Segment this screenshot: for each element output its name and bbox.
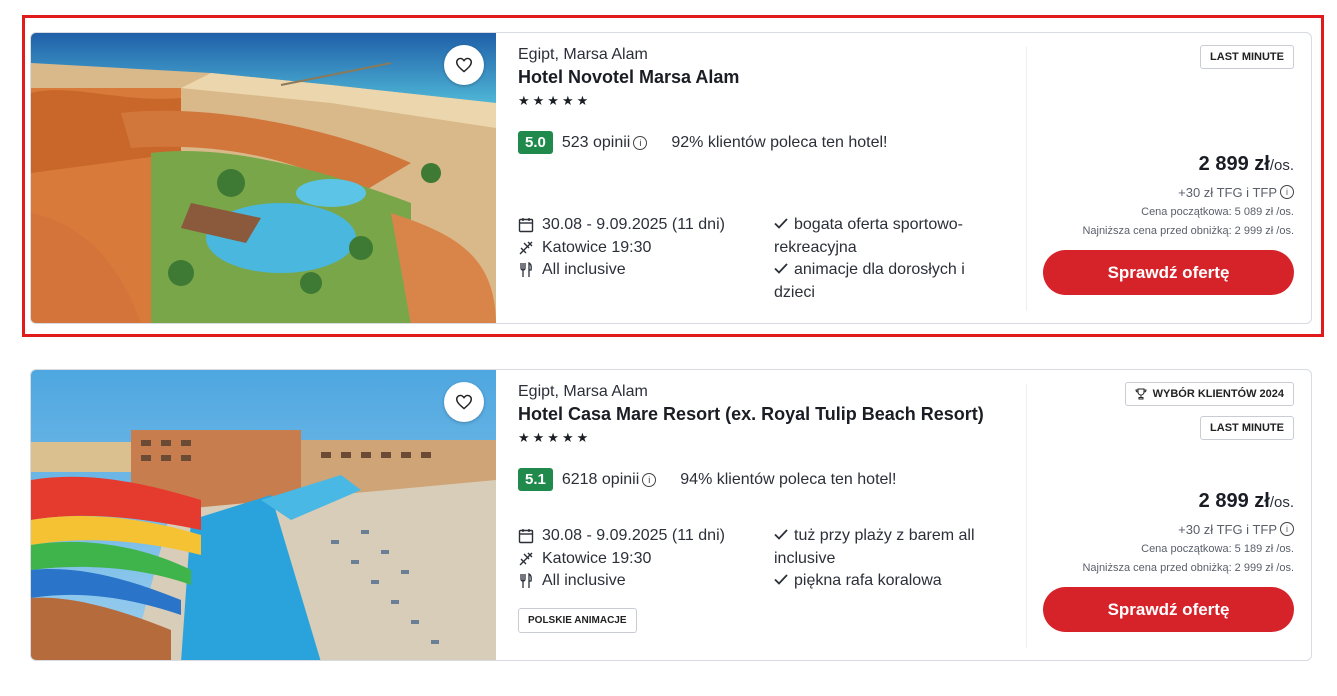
heart-icon [455, 394, 473, 410]
check-offer-button[interactable]: Sprawdź ofertę [1043, 250, 1294, 295]
calendar-icon [518, 218, 534, 233]
favorite-button[interactable] [444, 382, 484, 422]
hotel-photo-image [31, 33, 496, 323]
divider [1026, 47, 1027, 311]
check-icon [774, 218, 788, 229]
board-row: All inclusive [518, 570, 758, 593]
check-icon [774, 529, 788, 540]
divider [1026, 384, 1027, 648]
plane-icon [519, 552, 533, 566]
hotel-location: Egipt, Marsa Alam [518, 46, 648, 63]
dates-row: 30.08 - 9.09.2025 (11 dni) [518, 214, 758, 237]
offer-card[interactable]: Egipt, Marsa Alam Hotel Novotel Marsa Al… [30, 32, 1312, 324]
recommend-text: 92% klientów poleca ten hotel! [671, 133, 888, 151]
rating-score: 5.1 [518, 468, 553, 491]
hotel-name[interactable]: Hotel Casa Mare Resort (ex. Royal Tulip … [518, 404, 984, 425]
trip-dates: 30.08 - 9.09.2025 (11 dni) [542, 216, 725, 234]
favorite-button[interactable] [444, 45, 484, 85]
heart-icon [455, 57, 473, 73]
fork-knife-icon [520, 262, 532, 278]
hotel-photo[interactable] [31, 33, 496, 323]
check-icon [774, 574, 788, 585]
dates-row: 30.08 - 9.09.2025 (11 dni) [518, 525, 758, 548]
departure: Katowice 19:30 [542, 238, 652, 256]
hotel-stars: ★★★★★ [518, 93, 592, 108]
hotel-features: tuż przy plaży z barem all inclusive pię… [774, 525, 1004, 593]
hotel-photo-image [31, 370, 496, 660]
trip-details: 30.08 - 9.09.2025 (11 dni) Katowice 19:3… [518, 525, 758, 593]
info-icon[interactable]: i [1280, 522, 1294, 536]
reviews-count[interactable]: 6218 opinii [562, 471, 639, 489]
price-column: WYBÓR KLIENTÓW 2024 LAST MINUTE 2 899 zł… [1031, 370, 1294, 660]
tfg-fee: +30 zł TFG i TFP i [1178, 185, 1294, 200]
lowest-price: Najniższa cena przed obniżką: 2 999 zł /… [1082, 225, 1294, 237]
recommend-text: 94% klientów poleca ten hotel! [680, 470, 897, 488]
check-offer-button[interactable]: Sprawdź ofertę [1043, 587, 1294, 632]
hotel-features: bogata oferta sportowo-rekreacyjna anima… [774, 214, 1004, 304]
lowest-price: Najniższa cena przed obniżką: 2 999 zł /… [1082, 562, 1294, 574]
base-price: Cena początkowa: 5 189 zł /os. [1141, 543, 1294, 555]
board-type: All inclusive [542, 261, 626, 279]
polish-animations-tag: POLSKIE ANIMACJE [518, 608, 637, 633]
departure-row: Katowice 19:30 [518, 548, 758, 571]
offer-info: Egipt, Marsa Alam Hotel Casa Mare Resort… [518, 370, 1018, 660]
price-column: LAST MINUTE 2 899 zł/os. +30 zł TFG i TF… [1031, 33, 1294, 323]
price: 2 899 zł/os. [1199, 153, 1294, 176]
hotel-name[interactable]: Hotel Novotel Marsa Alam [518, 67, 739, 88]
offer-card[interactable]: Egipt, Marsa Alam Hotel Casa Mare Resort… [30, 369, 1312, 661]
trip-dates: 30.08 - 9.09.2025 (11 dni) [542, 527, 725, 545]
trip-details: 30.08 - 9.09.2025 (11 dni) Katowice 19:3… [518, 214, 758, 282]
customers-choice-badge: WYBÓR KLIENTÓW 2024 [1124, 382, 1294, 406]
feature-item: piękna rafa koralowa [774, 570, 1004, 593]
reviews-count[interactable]: 523 opinii [562, 134, 631, 152]
feature-item: animacje dla dorosłych i dzieci [774, 261, 965, 301]
price: 2 899 zł/os. [1199, 490, 1294, 513]
base-price: Cena początkowa: 5 089 zł /os. [1141, 206, 1294, 218]
trophy-icon [1135, 388, 1147, 400]
price-per: /os. [1269, 157, 1294, 174]
info-icon[interactable]: i [1280, 185, 1294, 199]
departure: Katowice 19:30 [542, 549, 652, 567]
info-icon[interactable]: i [633, 135, 648, 150]
price-per: /os. [1269, 494, 1294, 511]
rating-row: 5.1 6218 opinii i 94% klientów poleca te… [518, 468, 896, 491]
board-row: All inclusive [518, 259, 758, 282]
fork-knife-icon [520, 573, 532, 589]
board-type: All inclusive [542, 572, 626, 590]
feature-item: tuż przy plaży z barem all inclusive [774, 527, 975, 567]
hotel-stars: ★★★★★ [518, 430, 592, 445]
price-amount: 2 899 zł [1198, 490, 1270, 512]
check-icon [774, 263, 788, 274]
offer-info: Egipt, Marsa Alam Hotel Novotel Marsa Al… [518, 33, 1018, 323]
last-minute-badge: LAST MINUTE [1200, 45, 1294, 69]
price-amount: 2 899 zł [1198, 153, 1270, 175]
hotel-photo[interactable] [31, 370, 496, 660]
plane-icon [519, 241, 533, 255]
rating-row: 5.0 523 opinii i 92% klientów poleca ten… [518, 131, 888, 154]
last-minute-badge: LAST MINUTE [1200, 416, 1294, 440]
rating-score: 5.0 [518, 131, 553, 154]
hotel-location: Egipt, Marsa Alam [518, 383, 648, 400]
tfg-fee: +30 zł TFG i TFP i [1178, 522, 1294, 537]
calendar-icon [518, 529, 534, 544]
feature-item: bogata oferta sportowo-rekreacyjna [774, 216, 963, 256]
departure-row: Katowice 19:30 [518, 237, 758, 260]
info-icon[interactable]: i [642, 472, 657, 487]
